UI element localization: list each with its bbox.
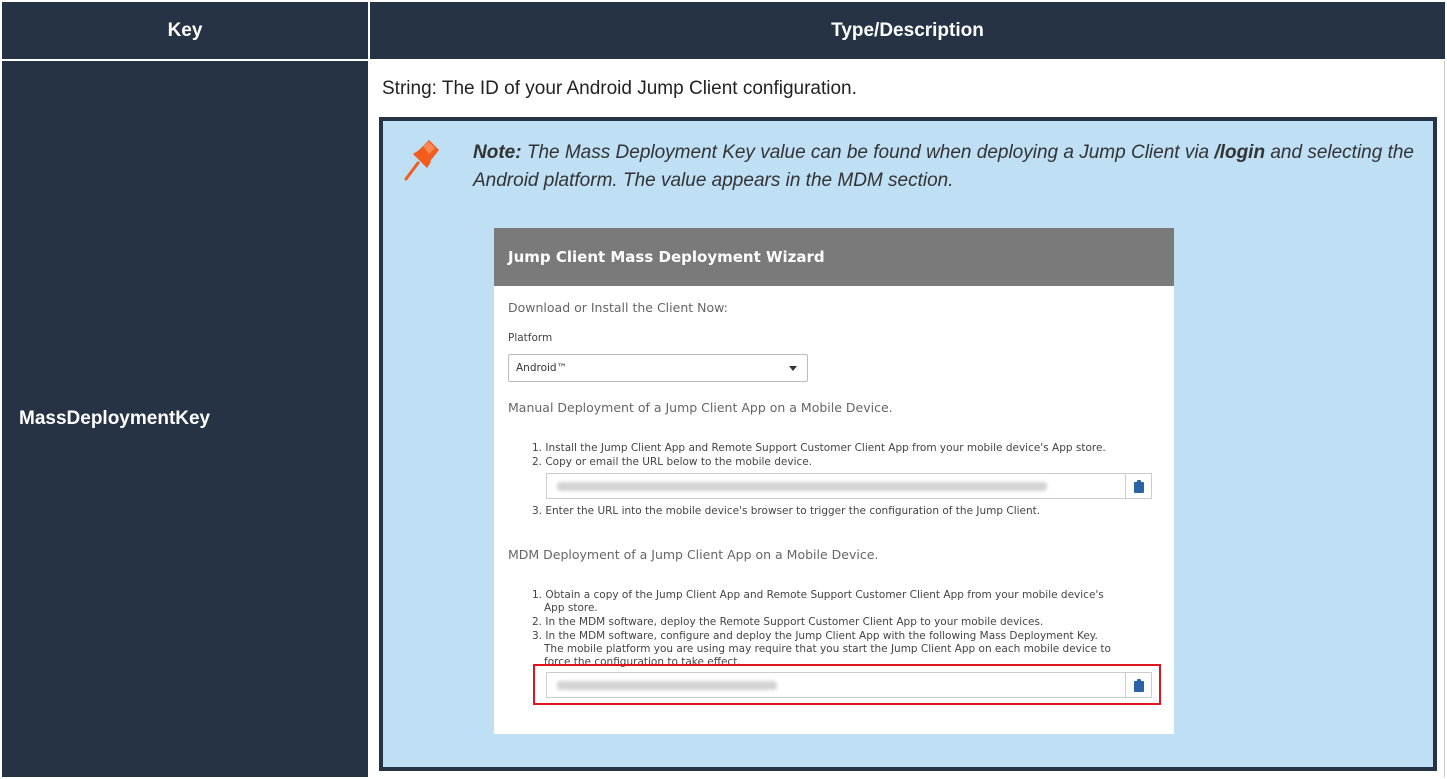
mdm-section-title: MDM Deployment of a Jump Client App on a… [508, 547, 879, 562]
wizard-title: Jump Client Mass Deployment Wizard [494, 228, 1174, 286]
note-text-before: The Mass Deployment Key value can be fou… [521, 142, 1215, 163]
platform-select[interactable]: Android™ [508, 354, 808, 382]
key-name: MassDeploymentKey [19, 408, 211, 429]
copy-url-button[interactable] [1125, 473, 1152, 499]
mdm-step-3: 3. In the MDM software, configure and de… [532, 630, 1098, 642]
platform-select-value: Android™ [516, 362, 568, 374]
wizard-screenshot: Jump Client Mass Deployment Wizard Downl… [494, 228, 1174, 734]
manual-step-2: 2. Copy or email the URL below to the mo… [532, 456, 813, 468]
manual-url-field[interactable] [546, 473, 1126, 499]
note-login-path: /login [1214, 142, 1266, 163]
header-key-label: Key [167, 19, 203, 41]
mdm-step-2: 2. In the MDM software, deploy the Remot… [532, 616, 1044, 628]
key-description-table: Key Type/Description MassDeploymentKey S… [0, 0, 1447, 779]
header-type-description: Type/Description [370, 2, 1445, 59]
mdm-step-1: 1. Obtain a copy of the Jump Client App … [532, 589, 1104, 601]
manual-step-3: 3. Enter the URL into the mobile device'… [532, 505, 1041, 517]
mdm-step-3-cont: The mobile platform you are using may re… [544, 643, 1111, 655]
note-box: Note: The Mass Deployment Key value can … [379, 117, 1437, 771]
blurred-key [557, 681, 777, 690]
clipboard-icon [1133, 678, 1144, 692]
chevron-down-icon [789, 366, 797, 371]
clipboard-icon [1133, 479, 1144, 493]
blurred-url [557, 482, 1047, 491]
mdm-step-1-cont: App store. [544, 602, 598, 614]
manual-step-1: 1. Install the Jump Client App and Remot… [532, 442, 1106, 454]
header-desc-label: Type/Description [831, 19, 984, 41]
key-cell: MassDeploymentKey [2, 61, 368, 777]
mass-deployment-key-field[interactable] [546, 672, 1126, 698]
description-text: String: The ID of your Android Jump Clie… [382, 78, 857, 99]
description-cell: String: The ID of your Android Jump Clie… [370, 61, 1445, 777]
note-text: Note: The Mass Deployment Key value can … [473, 139, 1423, 195]
copy-key-button[interactable] [1125, 672, 1152, 698]
manual-section-title: Manual Deployment of a Jump Client App o… [508, 400, 893, 415]
download-section-title: Download or Install the Client Now: [508, 300, 728, 315]
header-key: Key [2, 2, 368, 59]
pushpin-icon [404, 140, 439, 181]
note-label: Note: [473, 142, 522, 163]
platform-label: Platform [508, 332, 553, 344]
